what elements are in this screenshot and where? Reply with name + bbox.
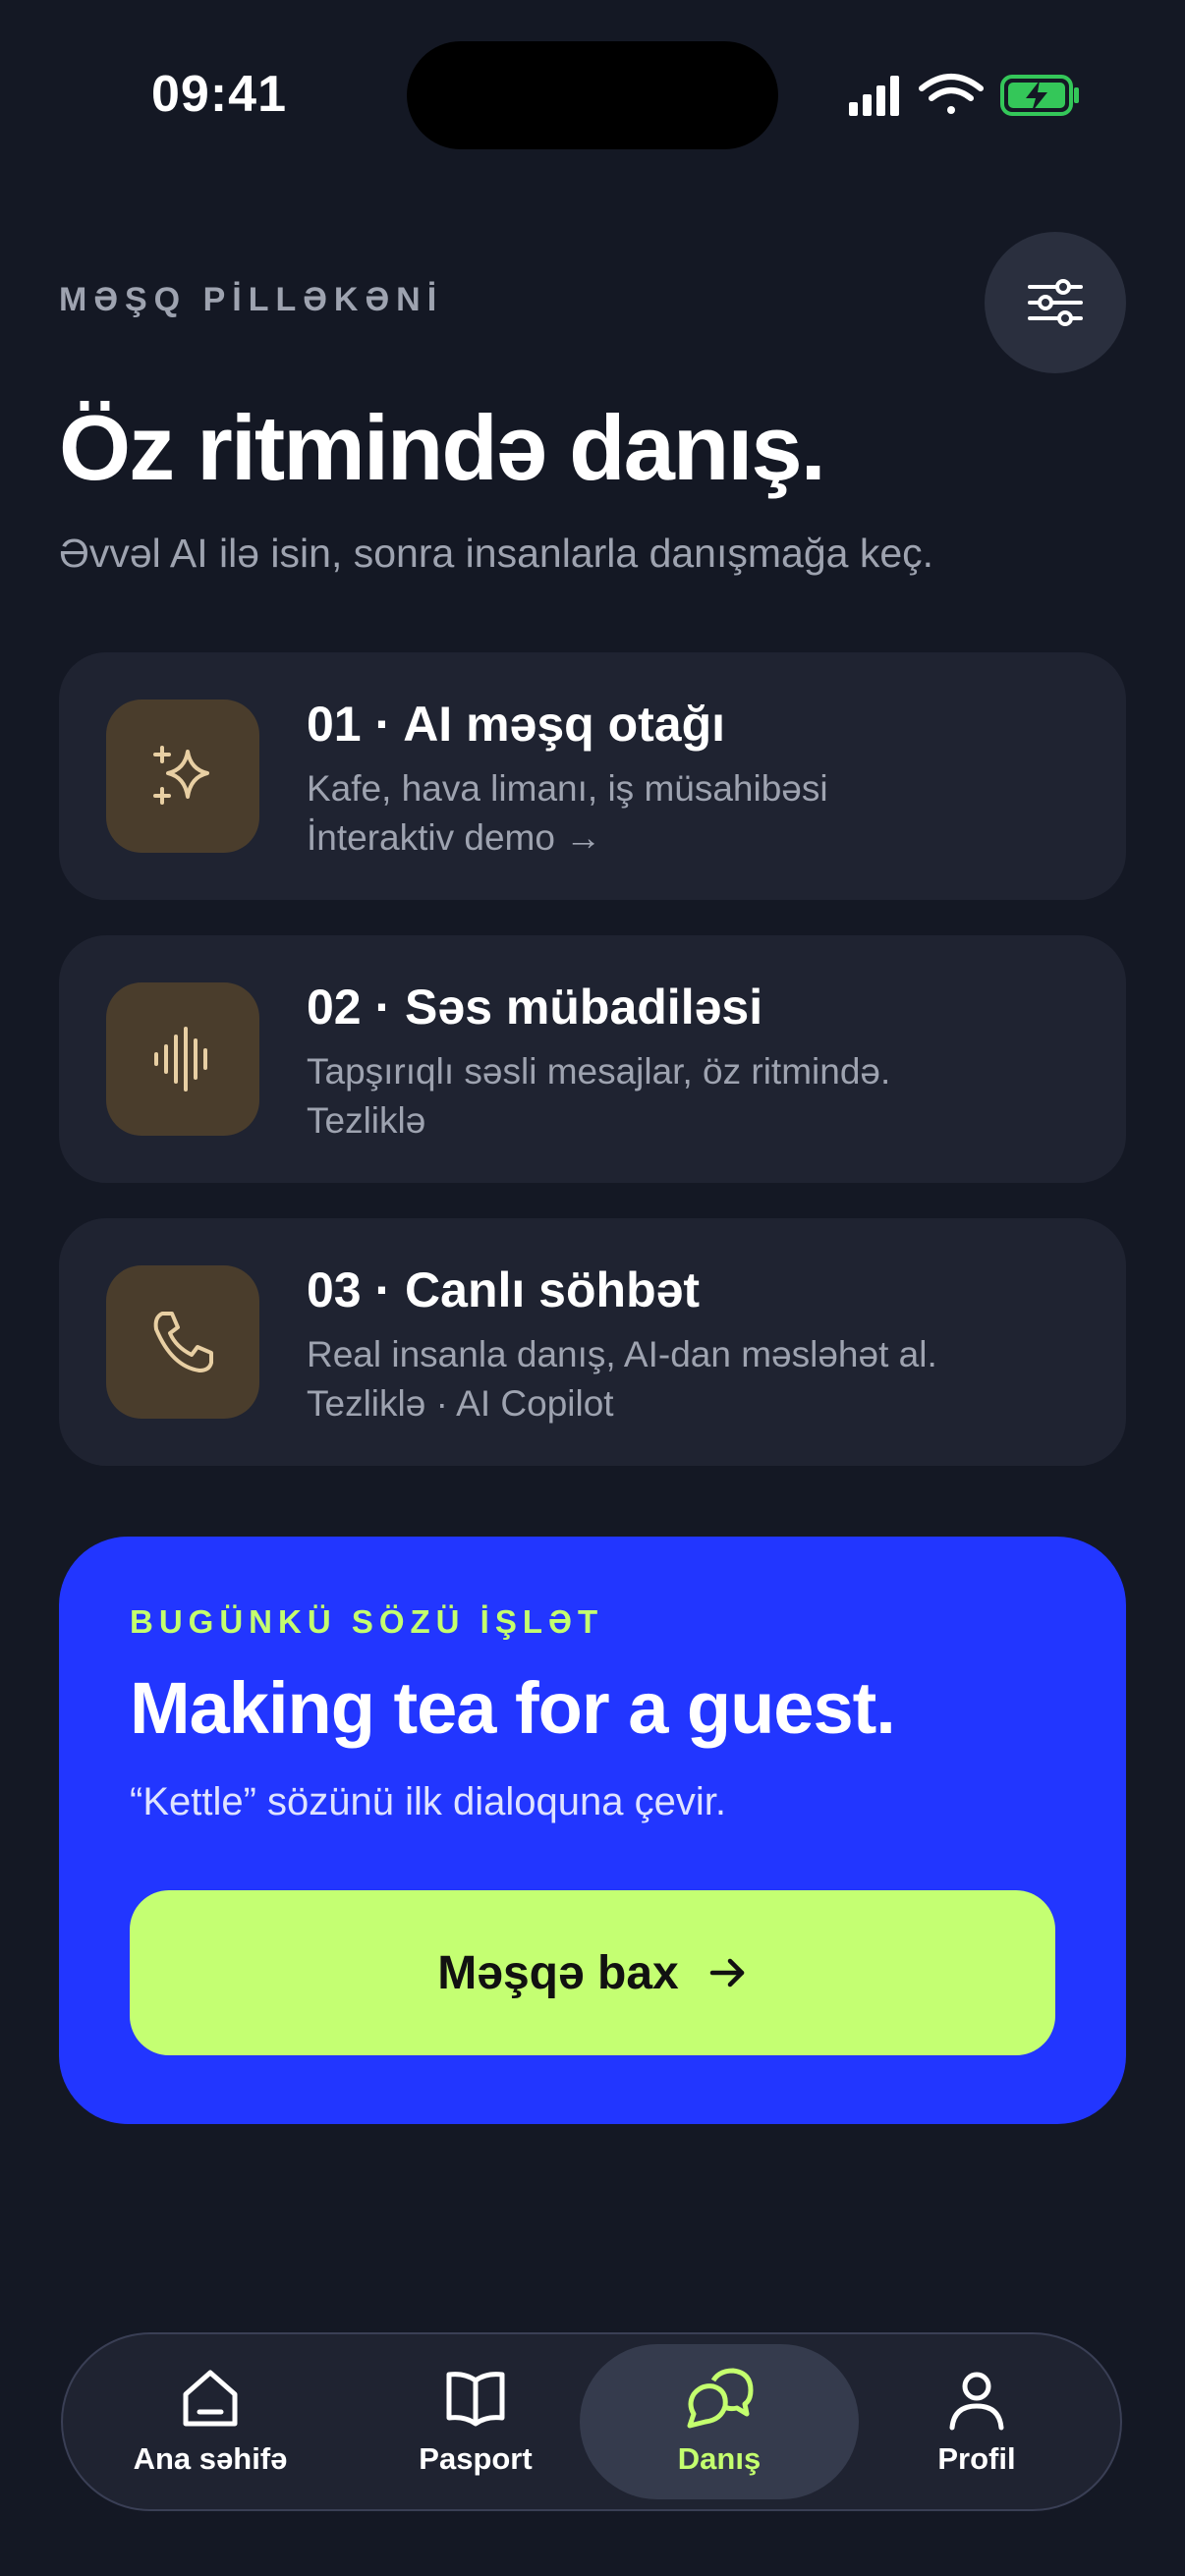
page-title: Öz ritmində danış. xyxy=(59,396,826,499)
status-icons xyxy=(849,74,1079,116)
sliders-icon xyxy=(1028,279,1083,326)
home-icon xyxy=(183,2370,238,2427)
tab-passport[interactable]: Pasport xyxy=(358,2344,593,2499)
step-meta: Tezliklə xyxy=(307,1100,426,1141)
status-time: 09:41 xyxy=(151,66,287,123)
step-card-live-chat[interactable]: 03 · Canlı söhbət Real insanla danış, AI… xyxy=(59,1218,1126,1466)
promo-eyebrow: BUGÜNKÜ SÖZÜ İŞLƏT xyxy=(130,1603,604,1640)
dynamic-island xyxy=(407,41,778,149)
step-icon-box xyxy=(106,700,259,853)
step-meta: Tezliklə · AI Copilot xyxy=(307,1383,614,1424)
step-icon-box xyxy=(106,982,259,1136)
signal-icon xyxy=(849,76,899,116)
step-description: Real insanla danış, AI-dan məsləhət al. xyxy=(307,1334,937,1374)
practice-button-label: Məşqə bax xyxy=(437,1946,679,1999)
step-meta-link[interactable]: İnteraktiv demo → xyxy=(307,817,601,859)
phone-icon xyxy=(153,1312,213,1372)
tab-label: Profil xyxy=(937,2441,1016,2476)
battery-icon xyxy=(1000,75,1079,116)
arrow-right-icon xyxy=(709,1958,744,1988)
promo-title: Making tea for a guest. xyxy=(130,1667,896,1749)
page-subtitle: Əvvəl AI ilə isin, sonra insanlarla danı… xyxy=(59,531,934,576)
tab-profile[interactable]: Profil xyxy=(859,2344,1095,2499)
tab-label: Pasport xyxy=(419,2441,533,2476)
step-description: Kafe, hava limanı, iş müsahibəsi xyxy=(307,768,828,809)
user-icon xyxy=(949,2372,1004,2431)
promo-subtitle: “Kettle” sözünü ilk dialoquna çevir. xyxy=(130,1780,726,1823)
practice-button[interactable]: Məşqə bax xyxy=(130,1890,1055,2055)
book-icon xyxy=(446,2372,505,2427)
step-title: 01 · AI məşq otağı xyxy=(307,697,726,752)
tab-speak[interactable]: Danış xyxy=(580,2344,859,2499)
status-bar: 09:41 xyxy=(0,0,1185,187)
chat-icon xyxy=(687,2368,754,2429)
tab-label: Ana səhifə xyxy=(133,2441,288,2476)
step-card-ai-room[interactable]: 01 · AI məşq otağı Kafe, hava limanı, iş… xyxy=(59,652,1126,900)
step-description: Tapşırıqlı səsli mesajlar, öz ritmində. xyxy=(307,1051,891,1092)
tab-bar: Ana səhifə Pasport Danış Profil xyxy=(61,2332,1122,2511)
waveform-icon xyxy=(154,1027,207,1092)
tab-home[interactable]: Ana səhifə xyxy=(92,2344,328,2499)
step-card-voice-exchange[interactable]: 02 · Səs mübadiləsi Tapşırıqlı səsli mes… xyxy=(59,935,1126,1183)
step-title: 03 · Canlı söhbət xyxy=(307,1262,701,1317)
word-of-day-card: BUGÜNKÜ SÖZÜ İŞLƏT Making tea for a gues… xyxy=(59,1537,1126,2124)
step-title: 02 · Səs mübadiləsi xyxy=(307,980,763,1035)
section-eyebrow: MƏŞQ PİLLƏKƏNİ xyxy=(59,281,444,318)
wifi-icon xyxy=(919,74,984,114)
settings-button[interactable] xyxy=(985,232,1126,373)
tab-label: Danış xyxy=(677,2441,762,2476)
step-icon-box xyxy=(106,1265,259,1419)
sparkles-icon xyxy=(153,746,209,805)
